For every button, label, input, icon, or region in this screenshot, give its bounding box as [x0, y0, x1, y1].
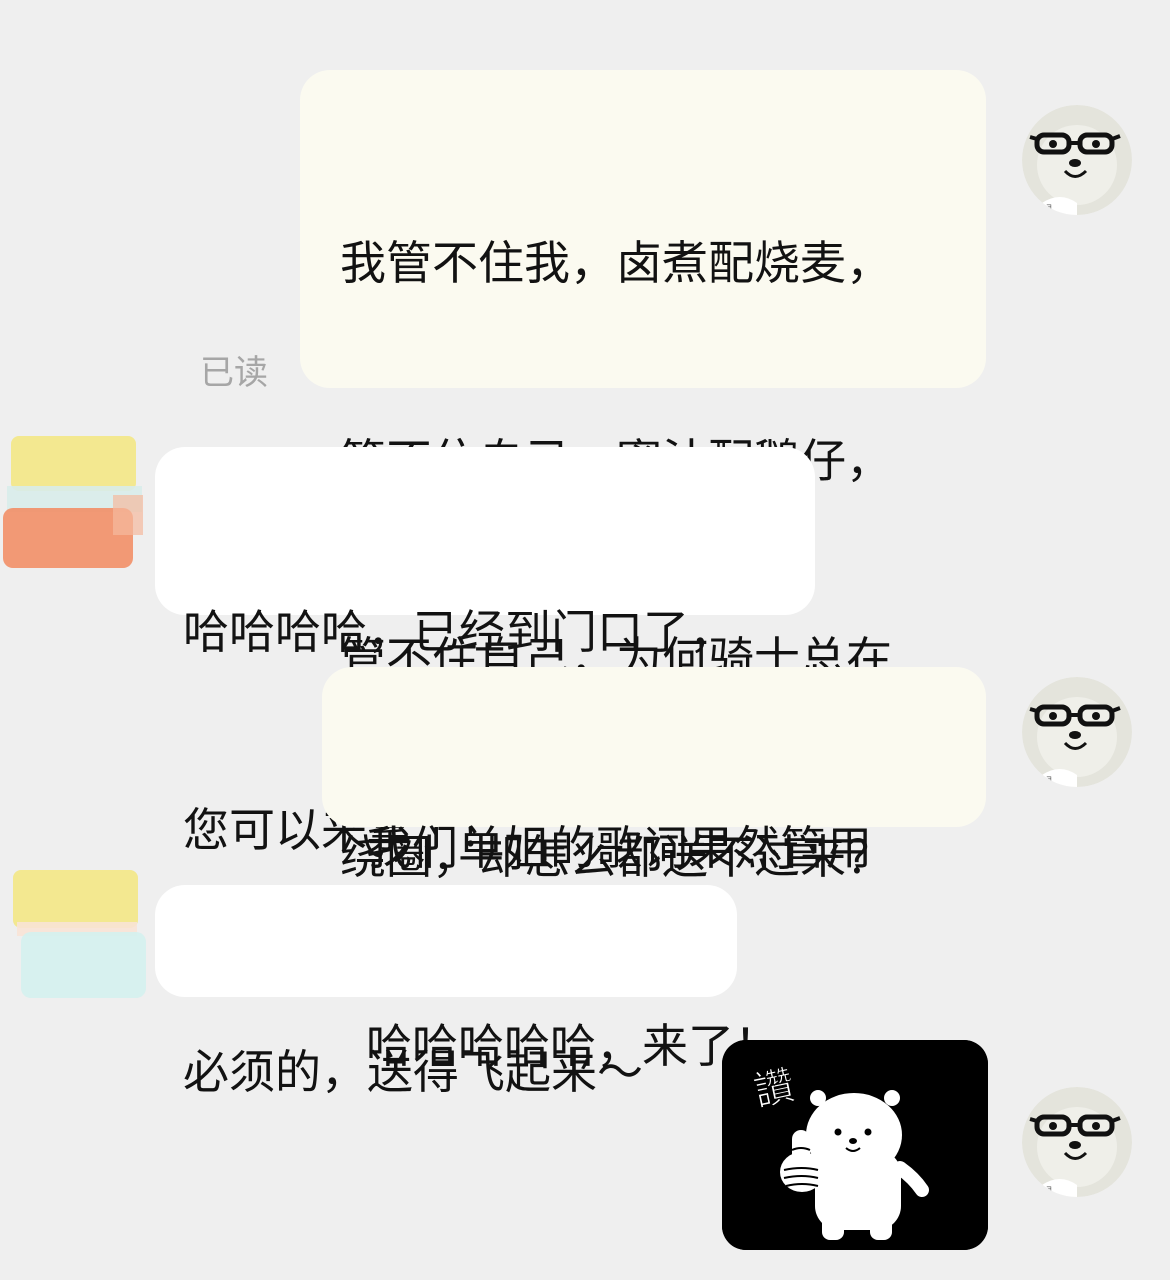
pastel-blur-avatar[interactable]	[3, 862, 148, 1007]
message-line: 必须的，送得飞起来～	[183, 1045, 643, 1099]
bear-avatar-icon: ョ	[1022, 677, 1132, 787]
contact-avatar-icon	[3, 862, 148, 1007]
svg-text:ョ: ョ	[1045, 774, 1053, 783]
contact-avatar-icon	[3, 430, 148, 575]
bear-avatar-icon: ョ	[1022, 1087, 1132, 1197]
incoming-message-bubble[interactable]: 哈哈哈哈，已经到门口了， 您可以来拿了！	[155, 447, 815, 857]
message-line: 哈哈哈哈，已经到门口了，	[183, 605, 735, 659]
message-line: 我们单姐的歌词果然管用	[366, 821, 872, 875]
outgoing-message-bubble[interactable]: 我管不住我，卤煮配烧麦， 管不住自己，蜜汁配鹅仔， 管不住自己，为何骑士总在 绕…	[300, 70, 986, 884]
bear-with-glasses-avatar[interactable]: ョ	[1022, 677, 1132, 787]
read-status: 已读	[200, 353, 268, 393]
incoming-message-bubble[interactable]: 必须的，送得飞起来～	[155, 885, 737, 1099]
svg-text:ョ: ョ	[1045, 1184, 1053, 1193]
outgoing-message-bubble[interactable]: 我们单姐的歌词果然管用 哈哈哈哈哈，来了！	[322, 667, 986, 1073]
message-line: 我管不住我，卤煮配烧麦，	[340, 236, 892, 290]
chat-window: 我管不住我，卤煮配烧麦， 管不住自己，蜜汁配鹅仔， 管不住自己，为何骑士总在 绕…	[0, 0, 1170, 1280]
bear-with-glasses-avatar[interactable]: ョ	[1022, 105, 1132, 215]
bear-with-glasses-avatar[interactable]: ョ	[1022, 1087, 1132, 1197]
svg-text:ョ: ョ	[1045, 202, 1053, 211]
pastel-blur-avatar[interactable]	[3, 430, 148, 575]
bear-avatar-icon: ョ	[1022, 105, 1132, 215]
thumbs-up-bear-sticker[interactable]: 讚	[722, 1040, 988, 1250]
thumbs-up-bear-icon: 讚	[722, 1040, 988, 1250]
